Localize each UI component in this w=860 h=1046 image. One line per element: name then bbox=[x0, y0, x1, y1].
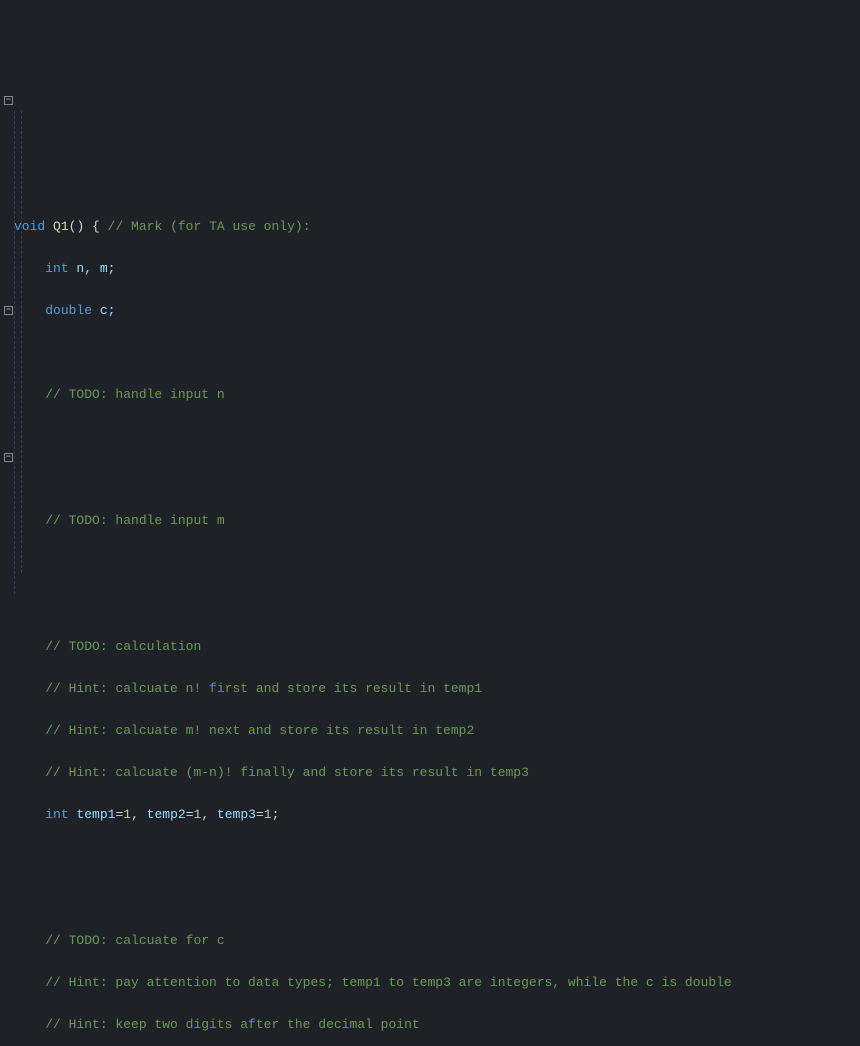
operator: = bbox=[186, 807, 194, 822]
indent-guide bbox=[21, 111, 22, 573]
code-line[interactable]: // Hint: calcuate (m-n)! finally and sto… bbox=[14, 762, 860, 783]
fold-toggle-icon[interactable]: − bbox=[4, 453, 13, 462]
identifier: temp3 bbox=[217, 807, 256, 822]
code-line[interactable] bbox=[14, 888, 860, 909]
fold-toggle-icon[interactable]: − bbox=[4, 96, 13, 105]
code-line[interactable] bbox=[14, 468, 860, 489]
code-line[interactable] bbox=[14, 594, 860, 615]
keyword: int bbox=[45, 807, 68, 822]
comment: // Hint: calcuate n! first and store its… bbox=[45, 681, 482, 696]
comment: // Hint: keep two digits after the decim… bbox=[45, 1017, 419, 1032]
number: 1 bbox=[194, 807, 202, 822]
code-line[interactable]: // Hint: pay attention to data types; te… bbox=[14, 972, 860, 993]
code-line[interactable]: double c; bbox=[14, 300, 860, 321]
identifier: temp1 bbox=[69, 807, 116, 822]
comment: // Hint: pay attention to data types; te… bbox=[45, 975, 732, 990]
identifier: c; bbox=[92, 303, 115, 318]
keyword: int bbox=[45, 261, 68, 276]
function-name: Q1 bbox=[53, 219, 69, 234]
identifier: temp2 bbox=[147, 807, 186, 822]
identifier: n, m; bbox=[69, 261, 116, 276]
comment: // Hint: calcuate (m-n)! finally and sto… bbox=[45, 765, 529, 780]
code-line[interactable]: int n, m; bbox=[14, 258, 860, 279]
code-line[interactable]: // Hint: keep two digits after the decim… bbox=[14, 1014, 860, 1035]
number: 1 bbox=[264, 807, 272, 822]
fold-toggle-icon[interactable]: − bbox=[4, 306, 13, 315]
punct: , bbox=[201, 807, 217, 822]
comment: // TODO: handle input n bbox=[45, 387, 224, 402]
comment: // Hint: calcuate m! next and store its … bbox=[45, 723, 474, 738]
comment: // Mark (for TA use only): bbox=[108, 219, 311, 234]
number: 1 bbox=[123, 807, 131, 822]
punct: , bbox=[131, 807, 147, 822]
code-line[interactable]: int temp1=1, temp2=1, temp3=1; bbox=[14, 804, 860, 825]
code-editor[interactable]: − − − void Q1() { // Mark (for TA use on… bbox=[0, 84, 860, 1046]
comment: // TODO: handle input m bbox=[45, 513, 224, 528]
fold-gutter: − − − bbox=[0, 90, 14, 1046]
code-line[interactable]: void Q1() { // Mark (for TA use only): bbox=[14, 216, 860, 237]
code-line[interactable]: // TODO: handle input n bbox=[14, 384, 860, 405]
code-line[interactable]: // Hint: calcuate n! first and store its… bbox=[14, 678, 860, 699]
code-area[interactable]: void Q1() { // Mark (for TA use only): i… bbox=[14, 195, 860, 1046]
code-line[interactable] bbox=[14, 552, 860, 573]
punct: ; bbox=[272, 807, 280, 822]
code-line[interactable]: // Hint: calcuate m! next and store its … bbox=[14, 720, 860, 741]
code-line[interactable]: // TODO: calculation bbox=[14, 636, 860, 657]
indent-guide bbox=[14, 111, 15, 594]
code-line[interactable]: // TODO: handle input m bbox=[14, 510, 860, 531]
parens: () bbox=[69, 219, 85, 234]
code-line[interactable]: // TODO: calcuate for c bbox=[14, 930, 860, 951]
operator: = bbox=[115, 807, 123, 822]
code-line[interactable] bbox=[14, 426, 860, 447]
code-line[interactable] bbox=[14, 846, 860, 867]
brace: { bbox=[84, 219, 107, 234]
keyword: void bbox=[14, 219, 45, 234]
code-line[interactable] bbox=[14, 342, 860, 363]
comment: // TODO: calculation bbox=[45, 639, 201, 654]
keyword: double bbox=[45, 303, 92, 318]
comment: // TODO: calcuate for c bbox=[45, 933, 224, 948]
operator: = bbox=[256, 807, 264, 822]
